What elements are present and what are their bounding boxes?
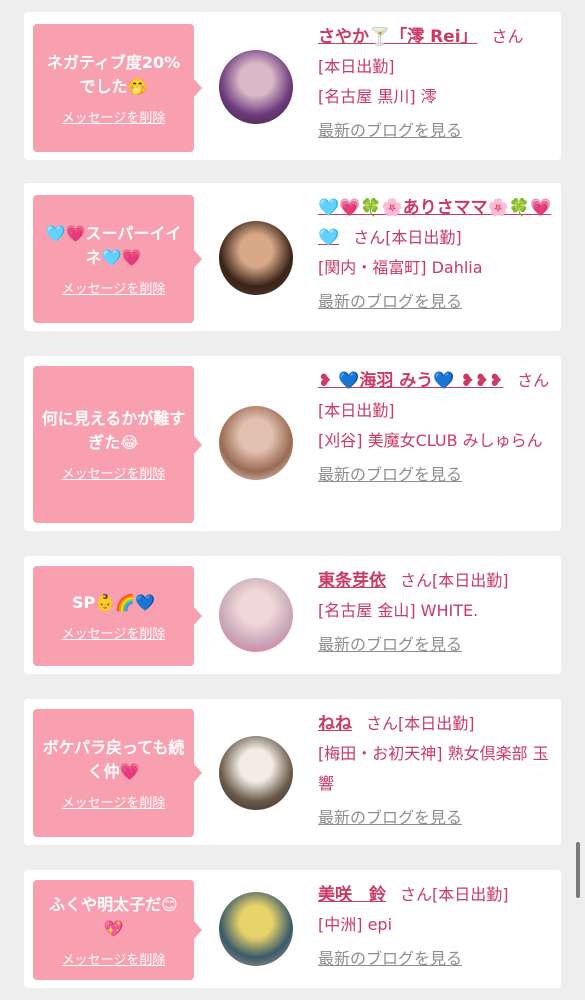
latest-blog-link[interactable]: 最新のブログを見る	[318, 807, 554, 829]
work-status: [本日出勤]	[318, 401, 395, 420]
message-card: ネガティブ度20%でした🤭 メッセージを削除 さやか🍸「澪 Rei」 さん [本日出…	[24, 12, 561, 160]
avatar[interactable]	[219, 50, 293, 124]
honorific: さん	[491, 27, 524, 46]
message-bubble: 何に見えるかが難すぎた😂 メッセージを削除	[33, 366, 202, 523]
shop-name: [刈谷] 美魔女CLUB みしゅらん	[318, 431, 543, 450]
girl-info: 東条芽依 さん[本日出勤] [名古屋 金山] WHITE. 最新のブログを見る	[318, 566, 554, 656]
message-bubble: SP👶🌈💙 メッセージを削除	[33, 566, 202, 666]
delete-message-link[interactable]: メッセージを削除	[62, 792, 166, 811]
delete-message-link[interactable]: メッセージを削除	[62, 463, 166, 482]
girl-info: 🩵💗🍀🌸ありさママ🌸🍀💗🩵 さん[本日出勤] [関内・福富町] Dahlia 最新…	[318, 193, 554, 313]
message-bubble: ネガティブ度20%でした🤭 メッセージを削除	[33, 24, 202, 152]
message-text: 🩵💗スーパーイイネ🩵💗	[45, 223, 182, 267]
honorific: さん	[517, 371, 550, 390]
girl-info: 美咲 鈴さん[本日出勤] [中洲] epi 最新のブログを見る	[318, 880, 554, 970]
honorific: さん	[353, 228, 386, 247]
message-card: 何に見えるかが難すぎた😂 メッセージを削除 ❥ 💙海羽 みう💙 ❥❥❥ さん [本日…	[24, 356, 561, 531]
latest-blog-link[interactable]: 最新のブログを見る	[318, 948, 554, 970]
message-text: ネガティブ度20%でした🤭	[46, 52, 181, 96]
message-text: SP👶🌈💙	[71, 592, 155, 612]
girl-info: ねね さん[本日出勤] [梅田・お初天神] 熟女倶楽部 玉響 最新のブログを見る	[318, 709, 554, 829]
delete-message-link[interactable]: メッセージを削除	[62, 623, 166, 642]
avatar[interactable]	[219, 578, 293, 652]
message-card: ボケパラ戻っても続く仲💗 メッセージを削除 ねね さん[本日出勤] [梅田・お初天…	[24, 699, 561, 845]
avatar[interactable]	[219, 406, 293, 480]
delete-message-link[interactable]: メッセージを削除	[62, 949, 166, 968]
girl-name-link[interactable]: 美咲 鈴	[318, 885, 386, 905]
message-bubble: ふくや明太子だ😊💖 メッセージを削除	[33, 880, 202, 980]
girl-name-link[interactable]: ❥ 💙海羽 みう💙 ❥❥❥	[318, 371, 503, 391]
message-text: ボケパラ戻っても続く仲💗	[42, 737, 185, 781]
work-status: [本日出勤]	[318, 57, 395, 76]
shop-name: [名古屋 金山] WHITE.	[318, 601, 479, 620]
honorific: さん	[400, 571, 433, 590]
scrollbar-thumb[interactable]	[576, 842, 580, 898]
message-card: SP👶🌈💙 メッセージを削除 東条芽依 さん[本日出勤] [名古屋 金山] WHI…	[24, 556, 561, 674]
shop-name: [中洲] epi	[318, 915, 393, 934]
work-status: [本日出勤]	[385, 228, 462, 247]
girl-name-link[interactable]: さやか🍸「澪 Rei」	[318, 27, 478, 47]
shop-name: [梅田・お初天神] 熟女倶楽部 玉響	[318, 744, 549, 793]
message-text: ふくや明太子だ😊💖	[49, 894, 178, 938]
honorific: さん	[400, 885, 433, 904]
avatar[interactable]	[219, 892, 293, 966]
girl-info: ❥ 💙海羽 みう💙 ❥❥❥ さん [本日出勤] [刈谷] 美魔女CLUB みしゅらん…	[318, 366, 554, 486]
delete-message-link[interactable]: メッセージを削除	[62, 107, 166, 126]
avatar[interactable]	[219, 221, 293, 295]
message-bubble: ボケパラ戻っても続く仲💗 メッセージを削除	[33, 709, 202, 837]
message-card: ふくや明太子だ😊💖 メッセージを削除 美咲 鈴さん[本日出勤] [中洲] epi…	[24, 870, 561, 988]
work-status: [本日出勤]	[398, 714, 475, 733]
latest-blog-link[interactable]: 最新のブログを見る	[318, 464, 554, 486]
delete-message-link[interactable]: メッセージを削除	[62, 278, 166, 297]
latest-blog-link[interactable]: 最新のブログを見る	[318, 634, 554, 656]
shop-name: [関内・福富町] Dahlia	[318, 258, 483, 277]
avatar[interactable]	[219, 736, 293, 810]
girl-info: さやか🍸「澪 Rei」 さん [本日出勤] [名古屋 黒川] 澪 最新のブログを見る	[318, 22, 554, 142]
latest-blog-link[interactable]: 最新のブログを見る	[318, 120, 554, 142]
work-status: [本日出勤]	[432, 571, 509, 590]
work-status: [本日出勤]	[432, 885, 509, 904]
girl-name-link[interactable]: ねね	[318, 714, 352, 734]
girl-name-link[interactable]: 東条芽依	[318, 571, 386, 591]
message-text: 何に見えるかが難すぎた😂	[41, 409, 186, 452]
shop-name: [名古屋 黒川] 澪	[318, 87, 437, 106]
message-bubble: 🩵💗スーパーイイネ🩵💗 メッセージを削除	[33, 195, 202, 323]
honorific: さん	[366, 714, 399, 733]
latest-blog-link[interactable]: 最新のブログを見る	[318, 291, 554, 313]
message-card: 🩵💗スーパーイイネ🩵💗 メッセージを削除 🩵💗🍀🌸ありさママ🌸🍀💗🩵 さん[本日出…	[24, 183, 561, 331]
